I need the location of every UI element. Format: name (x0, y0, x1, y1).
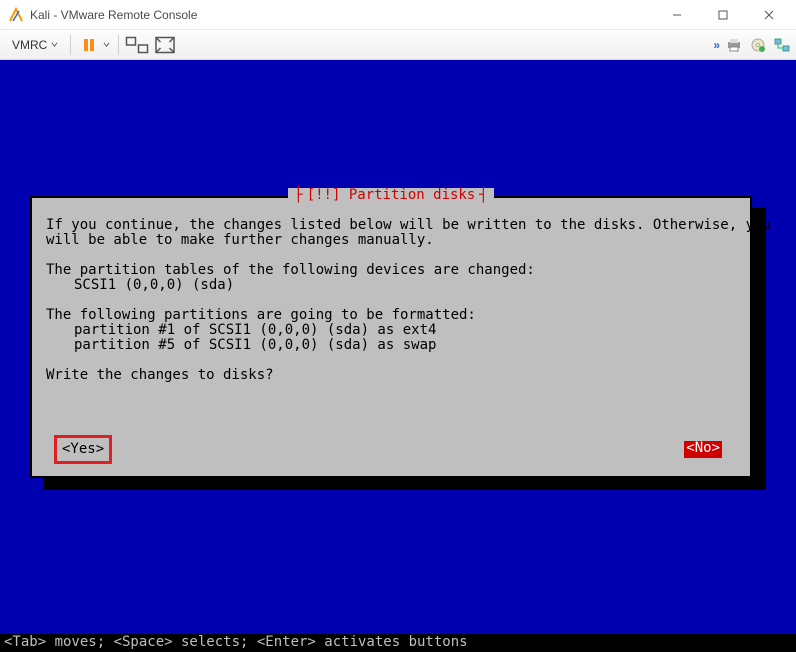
vmrc-label: VMRC (12, 38, 47, 52)
maximize-button[interactable] (700, 0, 746, 30)
connected-icon: » (713, 38, 720, 52)
console-screen[interactable]: ├[!!] Partition disks┤ If you continue, … (0, 60, 796, 652)
dialog-tables-item1: SCSI1 (0,0,0) (sda) (74, 278, 736, 293)
dialog-format-heading: The following partitions are going to be… (46, 308, 736, 323)
dialog-tables-heading: The partition tables of the following de… (46, 263, 736, 278)
toolbar-separator (118, 35, 119, 55)
toolbar-separator (70, 35, 71, 55)
printer-icon[interactable] (726, 37, 742, 53)
dialog-format-item1: partition #1 of SCSI1 (0,0,0) (sda) as e… (74, 323, 736, 338)
partition-dialog: ├[!!] Partition disks┤ If you continue, … (30, 196, 752, 478)
dialog-button-row: <Yes> <No> (32, 441, 750, 458)
minimize-button[interactable] (654, 0, 700, 30)
dialog-text-intro2: will be able to make further changes man… (46, 233, 736, 248)
pause-button[interactable] (77, 33, 101, 57)
network-icon[interactable] (774, 37, 790, 53)
close-button[interactable] (746, 0, 792, 30)
no-button[interactable]: <No> (684, 441, 722, 458)
chevron-down-icon (51, 41, 58, 48)
dialog-title: ├[!!] Partition disks┤ (288, 188, 493, 203)
vmrc-menu-button[interactable]: VMRC (6, 36, 64, 54)
dialog-text-intro1: If you continue, the changes listed belo… (46, 218, 736, 233)
vmware-app-icon (8, 7, 24, 23)
send-cad-icon (125, 33, 149, 57)
window-title: Kali - VMware Remote Console (30, 8, 654, 22)
help-line: <Tab> moves; <Space> selects; <Enter> ac… (0, 634, 796, 652)
dialog-question: Write the changes to disks? (46, 368, 736, 383)
pause-icon (84, 39, 94, 51)
dialog-title-row: ├[!!] Partition disks┤ (32, 188, 750, 203)
dialog-format-item2: partition #5 of SCSI1 (0,0,0) (sda) as s… (74, 338, 736, 353)
send-cad-button[interactable] (125, 33, 149, 57)
fullscreen-icon (153, 33, 177, 57)
toolbar: VMRC » (0, 30, 796, 60)
cd-icon[interactable] (750, 37, 766, 53)
chevron-down-icon[interactable] (103, 41, 110, 48)
yes-button[interactable]: <Yes> (60, 441, 106, 458)
titlebar: Kali - VMware Remote Console (0, 0, 796, 30)
fullscreen-button[interactable] (153, 33, 177, 57)
